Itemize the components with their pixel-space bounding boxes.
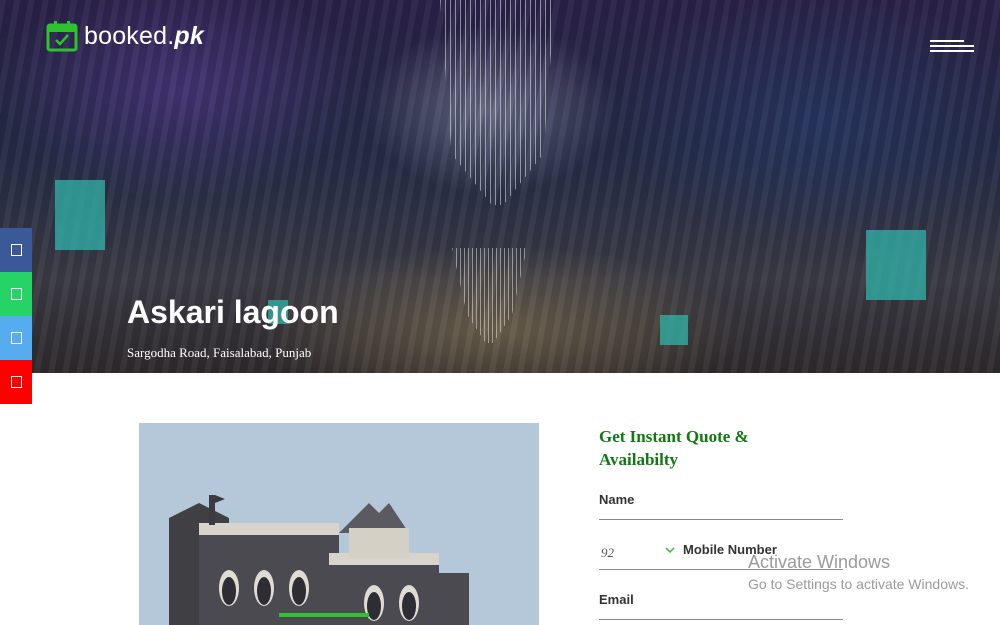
brand-name: booked.pk: [84, 21, 204, 50]
twitter-icon: [10, 332, 22, 344]
chevron-down-icon[interactable]: [665, 546, 675, 554]
quote-form: Get Instant Quote & Availabilty Name 92 …: [599, 425, 844, 620]
hamburger-menu-icon[interactable]: [930, 40, 974, 54]
whatsapp-share-button[interactable]: [0, 272, 32, 316]
facebook-share-button[interactable]: [0, 228, 32, 272]
venue-building-image: [139, 423, 539, 625]
hanging-lamp: [55, 180, 105, 250]
venue-address: Sargodha Road, Faisalabad, Punjab: [127, 345, 312, 360]
facebook-icon: [10, 244, 22, 256]
hero-banner: booked.pk Askari lagoon Sargodha Road, F…: [0, 0, 1000, 373]
site-logo[interactable]: booked.pk: [46, 20, 204, 52]
name-label: Name: [599, 492, 635, 507]
email-field[interactable]: Email: [599, 591, 843, 620]
whatsapp-icon: [10, 288, 22, 300]
name-field[interactable]: Name: [599, 491, 843, 520]
hanging-lamp: [660, 315, 688, 345]
venue-title: Askari lagoon: [127, 294, 339, 330]
youtube-icon: [10, 376, 22, 388]
country-code-select[interactable]: 92: [601, 545, 614, 561]
email-label: Email: [599, 592, 634, 607]
twitter-share-button[interactable]: [0, 316, 32, 360]
calendar-check-icon: [46, 21, 78, 52]
youtube-share-button[interactable]: [0, 360, 32, 404]
windows-activation-watermark: Activate Windows Go to Settings to activ…: [748, 552, 969, 592]
hanging-lamp: [866, 230, 926, 300]
form-title: Get Instant Quote & Availabilty: [599, 427, 749, 469]
venue-photo: [139, 423, 539, 625]
